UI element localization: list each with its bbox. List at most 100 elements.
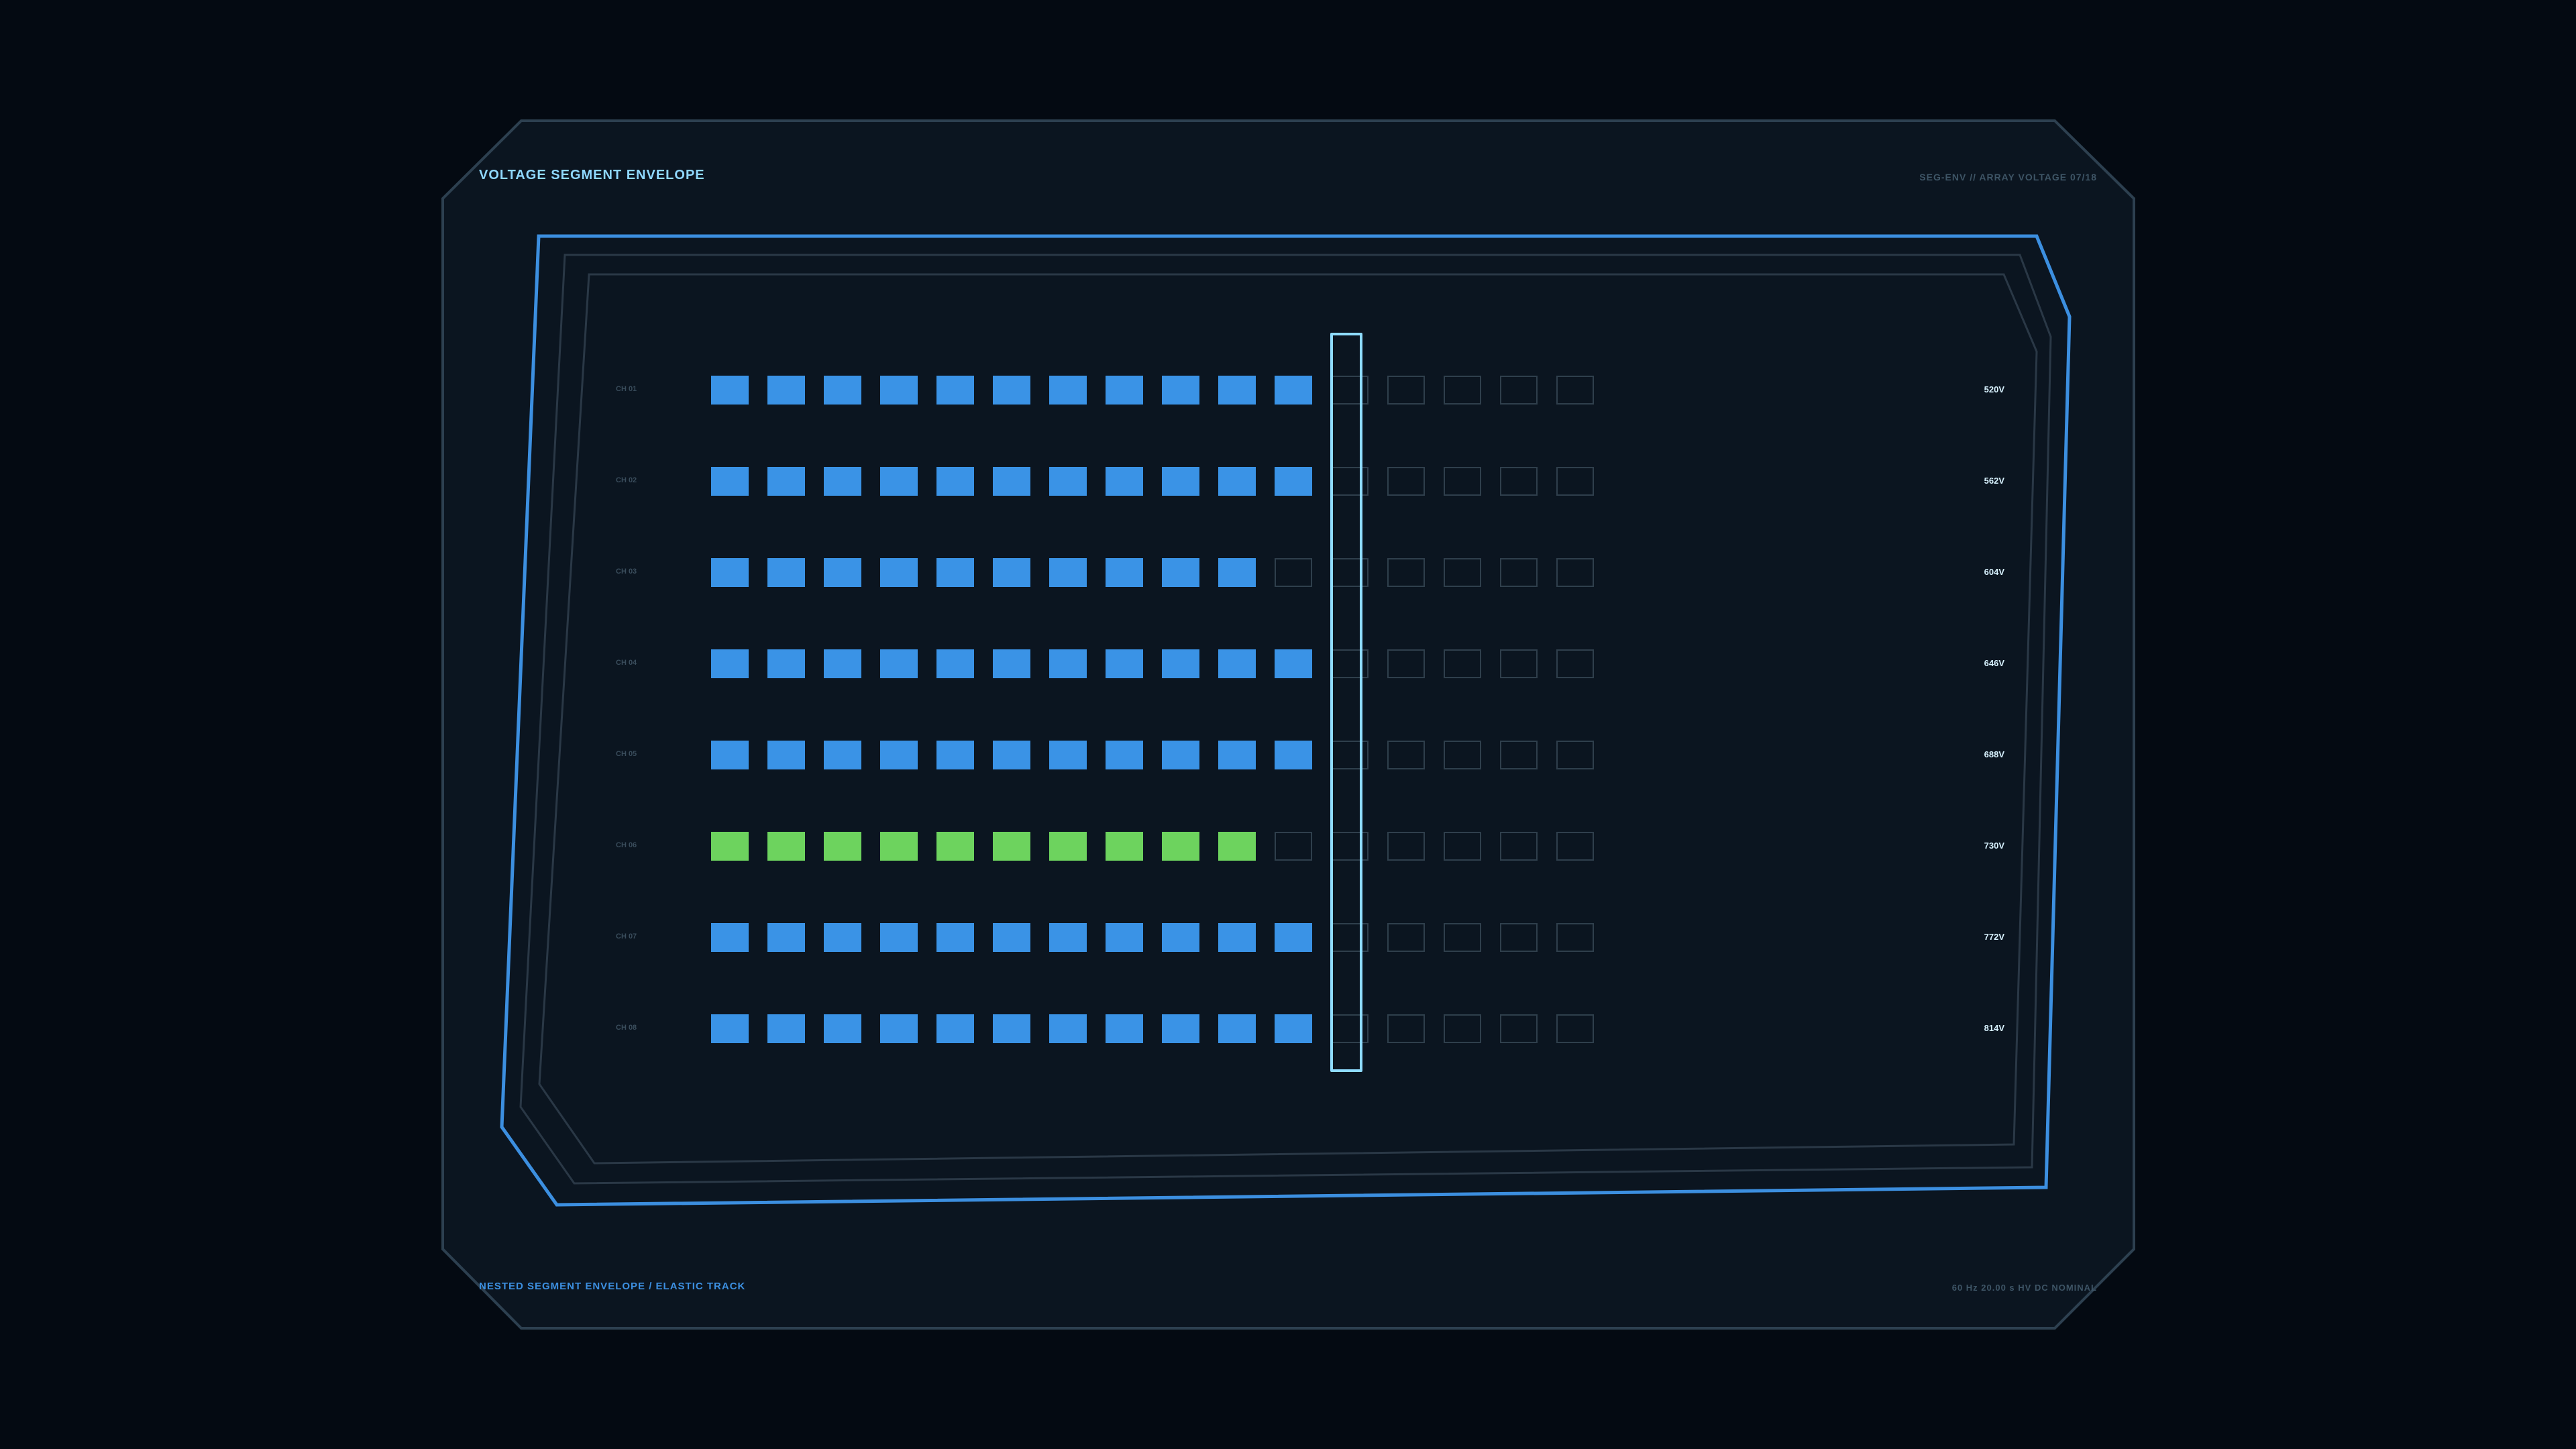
segment: [880, 376, 918, 405]
segment: [767, 558, 805, 587]
segment: [1275, 467, 1312, 496]
voltage-readout: 814V: [1984, 1023, 2004, 1033]
segment: [1218, 741, 1256, 769]
segment: [936, 832, 974, 861]
segment: [1500, 923, 1538, 952]
segment: [1387, 376, 1425, 405]
segment: [1387, 1014, 1425, 1043]
segment: [1387, 649, 1425, 678]
segment: [824, 832, 861, 861]
segment: [1218, 558, 1256, 587]
segment: [880, 1014, 918, 1043]
segment: [1556, 649, 1594, 678]
segment: [1049, 649, 1087, 678]
segment: [880, 558, 918, 587]
channel-label: CH 05: [616, 750, 637, 758]
voltage-readout: 730V: [1984, 841, 2004, 851]
segment: [711, 376, 749, 405]
channel-label: CH 02: [616, 476, 637, 484]
segment: [767, 741, 805, 769]
segment: [993, 832, 1030, 861]
segment: [993, 376, 1030, 405]
segment: [711, 467, 749, 496]
voltage-readout: 562V: [1984, 476, 2004, 486]
segment: [1444, 741, 1481, 769]
segment: [1106, 376, 1143, 405]
segment: [1275, 1014, 1312, 1043]
segment: [1049, 741, 1087, 769]
segment: [1162, 376, 1199, 405]
segment: [1106, 923, 1143, 952]
segment: [767, 649, 805, 678]
segment: [1275, 558, 1312, 587]
segment: [1444, 649, 1481, 678]
channel-label: CH 08: [616, 1024, 637, 1032]
segment: [1556, 558, 1594, 587]
segment: [1556, 376, 1594, 405]
segment: [711, 649, 749, 678]
segment: [993, 1014, 1030, 1043]
segment: [1106, 832, 1143, 861]
segment: [1500, 649, 1538, 678]
segment: [1387, 832, 1425, 861]
segment: [1444, 558, 1481, 587]
panel-frame: [441, 119, 2135, 1330]
segment: [767, 1014, 805, 1043]
segment: [767, 467, 805, 496]
segment: [993, 649, 1030, 678]
segment: [1500, 376, 1538, 405]
segment: [1556, 923, 1594, 952]
segment: [711, 1014, 749, 1043]
segment: [936, 923, 974, 952]
segment: [1500, 832, 1538, 861]
segment: [1162, 467, 1199, 496]
segment: [1387, 923, 1425, 952]
segment: [711, 741, 749, 769]
segment: [1556, 467, 1594, 496]
segment: [936, 467, 974, 496]
segment: [1556, 1014, 1594, 1043]
segment: [880, 832, 918, 861]
segment: [1218, 832, 1256, 861]
segment: [711, 832, 749, 861]
segment: [1500, 741, 1538, 769]
segment: [1387, 558, 1425, 587]
segment: [824, 649, 861, 678]
segment: [936, 376, 974, 405]
segment: [1275, 741, 1312, 769]
segment: [1444, 1014, 1481, 1043]
segment: [936, 741, 974, 769]
panel-title: VOLTAGE SEGMENT ENVELOPE: [479, 168, 705, 182]
segment: [824, 741, 861, 769]
segment: [1556, 741, 1594, 769]
segment: [880, 923, 918, 952]
segment: [824, 923, 861, 952]
segment: [1218, 467, 1256, 496]
segment: [880, 467, 918, 496]
segment: [824, 1014, 861, 1043]
channel-label: CH 04: [616, 659, 637, 667]
panel-code: SEG-ENV // ARRAY VOLTAGE 07/18: [1919, 172, 2097, 182]
segment: [824, 558, 861, 587]
segment: [1275, 649, 1312, 678]
voltage-readout: 604V: [1984, 567, 2004, 577]
segment: [993, 923, 1030, 952]
segment-cursor[interactable]: [1330, 333, 1362, 1072]
segment: [1218, 1014, 1256, 1043]
segment: [936, 1014, 974, 1043]
segment: [1444, 923, 1481, 952]
segment: [1162, 558, 1199, 587]
voltage-readout: 688V: [1984, 749, 2004, 759]
segment: [711, 558, 749, 587]
segment: [1500, 467, 1538, 496]
channel-label: CH 01: [616, 385, 637, 393]
voltage-readout: 646V: [1984, 658, 2004, 668]
segment: [1500, 558, 1538, 587]
segment: [1275, 376, 1312, 405]
segment: [880, 741, 918, 769]
segment: [1444, 832, 1481, 861]
segment: [767, 832, 805, 861]
segment: [1444, 376, 1481, 405]
channel-label: CH 06: [616, 841, 637, 849]
segment: [1387, 467, 1425, 496]
